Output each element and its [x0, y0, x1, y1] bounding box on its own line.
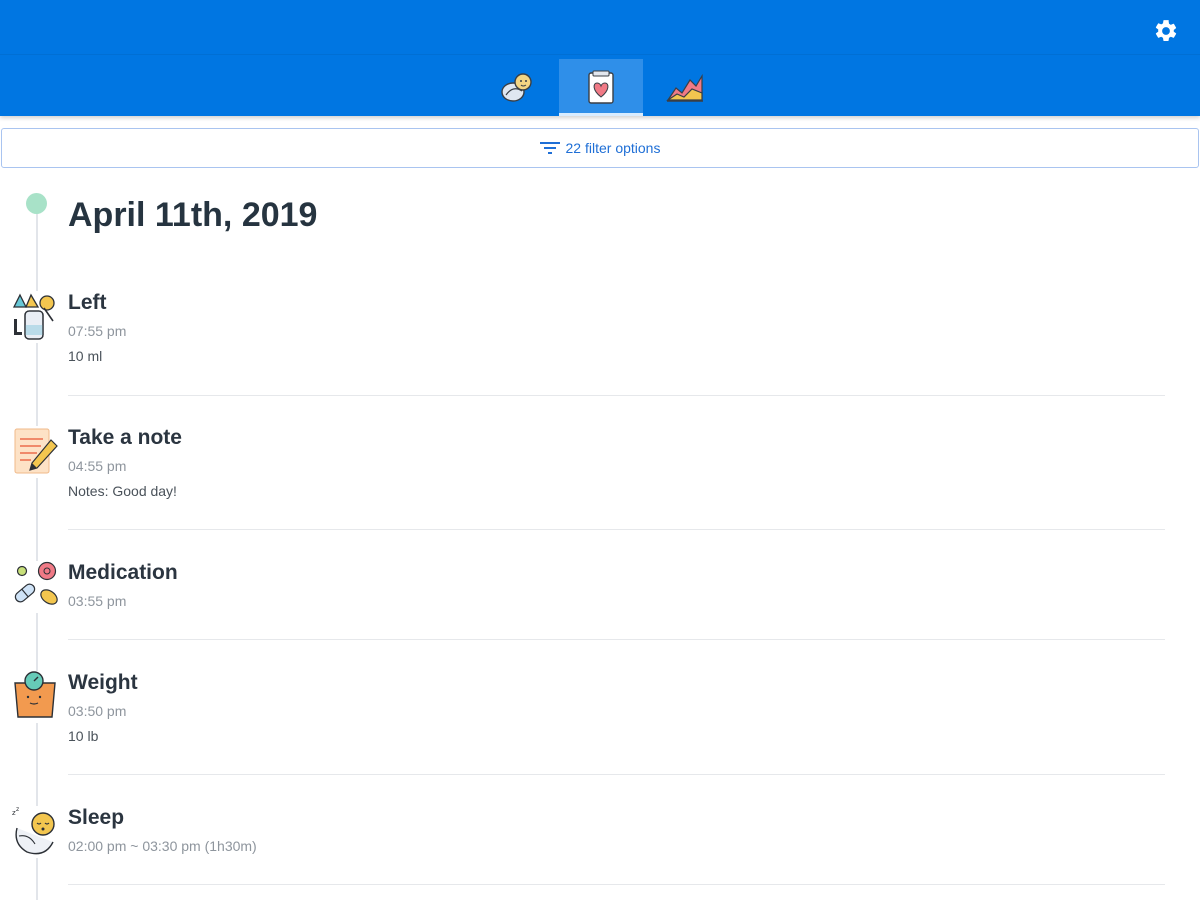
entry-separator: [68, 529, 1165, 530]
scale-icon: [11, 671, 59, 723]
entry-separator: [68, 884, 1165, 885]
entry-title: Take a note: [68, 426, 182, 449]
area-chart-icon: [666, 73, 703, 102]
app-window: 22 filter options April 11th, 2019 Left …: [0, 0, 1200, 900]
entry-time: 07:55 pm: [68, 323, 127, 339]
entry-time: 04:55 pm: [68, 458, 127, 474]
tab-bar: [475, 59, 727, 116]
notepad-pencil-icon: [11, 426, 59, 478]
pills-icon: [11, 561, 59, 613]
entry-title: Left: [68, 291, 107, 314]
entry-time: 02:00 pm ~ 03:30 pm (1h30m): [68, 838, 257, 854]
entry-title: Sleep: [68, 806, 125, 829]
baby-swaddle-icon: [501, 72, 532, 102]
entry-detail: Notes: Good day!: [68, 483, 177, 499]
entry-title: Medication: [68, 561, 178, 584]
entry-separator: [68, 639, 1165, 640]
entry-separator: [68, 395, 1165, 396]
date-heading: April 11th, 2019: [68, 196, 318, 234]
breast-pump-icon: [11, 291, 59, 343]
timeline-start-dot: [26, 193, 47, 214]
tab-journal[interactable]: [559, 59, 643, 116]
entry-detail: 10 lb: [68, 728, 99, 744]
entry-time: 03:50 pm: [68, 703, 127, 719]
filter-icon: [539, 142, 560, 154]
top-bar-divider: [0, 54, 1200, 55]
tab-baby[interactable]: [475, 59, 559, 116]
entry-title: Weight: [68, 671, 138, 694]
entry-separator: [68, 774, 1165, 775]
entry-time: 03:55 pm: [68, 593, 127, 609]
gear-icon: [1155, 20, 1177, 41]
settings-button[interactable]: [1147, 12, 1185, 50]
top-bar: [0, 0, 1200, 116]
sleeping-baby-icon: z z: [11, 806, 59, 858]
svg-text:z: z: [16, 806, 19, 813]
heart-note-icon: [588, 70, 614, 104]
filter-options-label: 22 filter options: [565, 140, 661, 156]
tab-stats[interactable]: [643, 59, 727, 116]
filter-options-button[interactable]: 22 filter options: [1, 128, 1199, 168]
entry-detail: 10 ml: [68, 348, 103, 364]
